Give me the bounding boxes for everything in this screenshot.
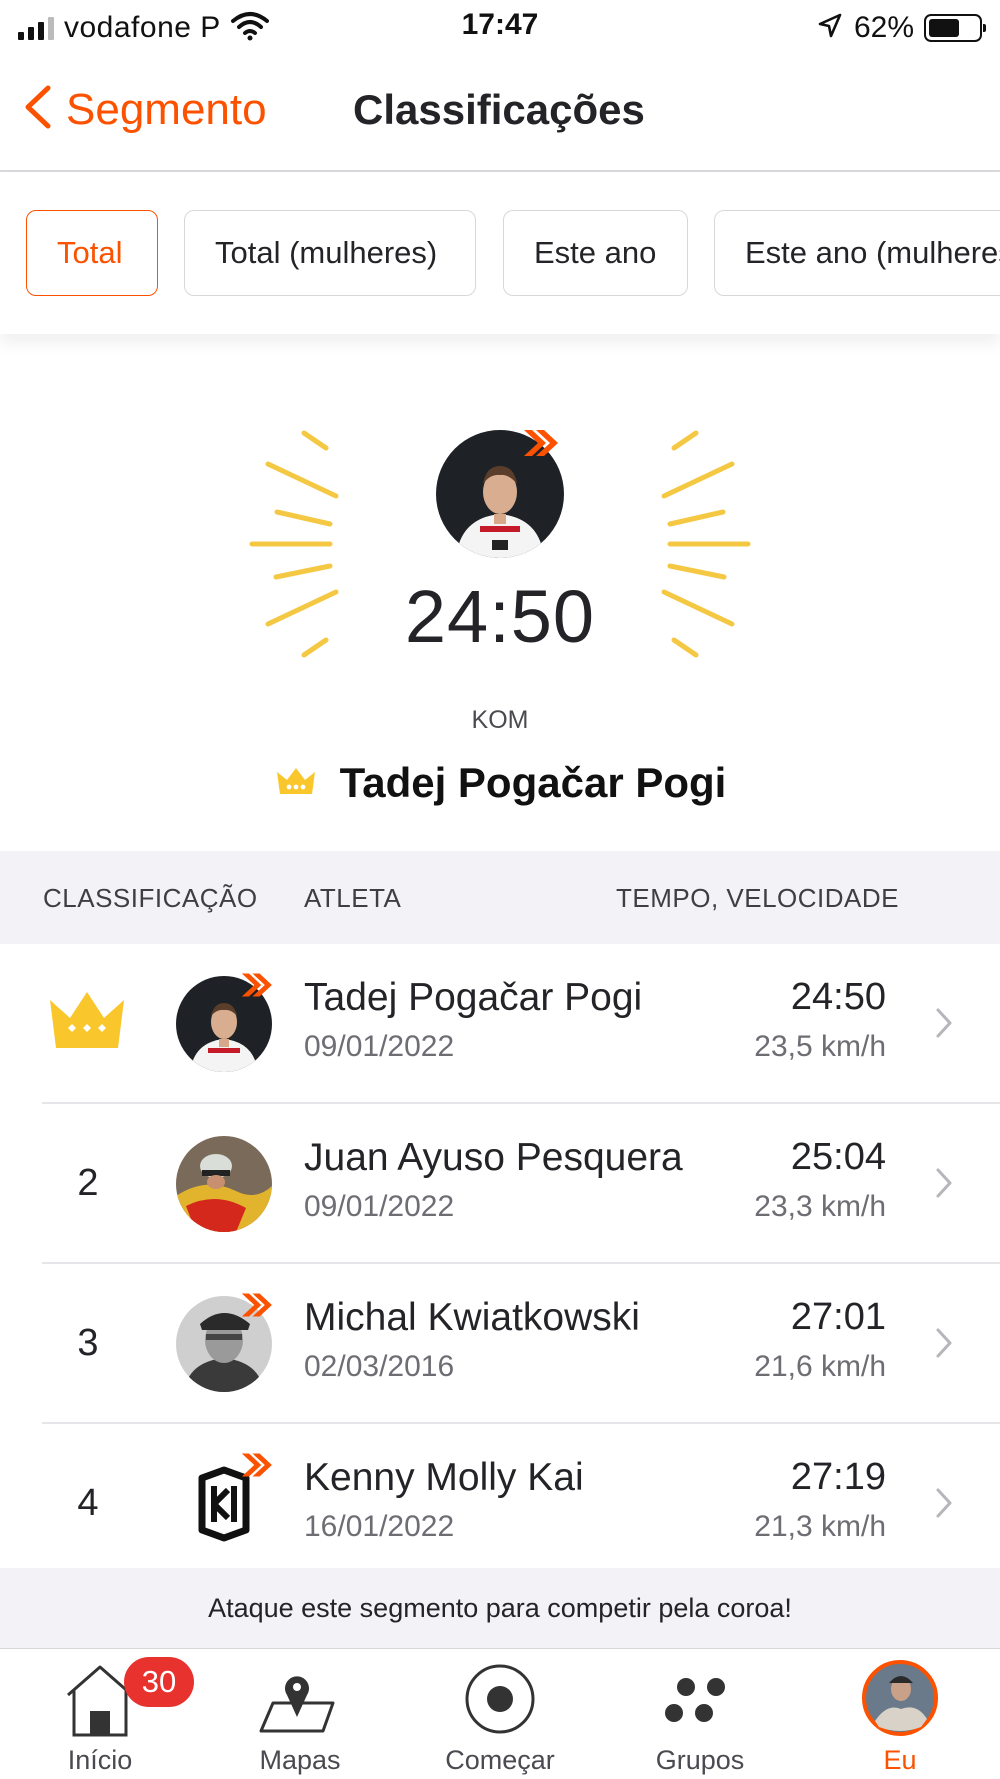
kom-label: KOM [471,706,529,734]
header-rank: CLASSIFICAÇÃO [43,883,258,913]
chevron-right-icon [934,1486,954,1525]
leaderboard-row[interactable]: 4 Kenny Molly Kai 16/01/2022 27:19 21,3 … [0,1424,1000,1584]
filter-chip-total[interactable]: Total [26,210,158,296]
compete-banner: Ataque este segmento para competir pela … [0,1568,1000,1648]
rank-number: 4 [77,1482,99,1524]
map-icon [257,1659,343,1744]
filter-chips: Total Total (mulheres) Este ano Este ano… [0,174,1000,334]
effort-time: 27:19 [790,1456,886,1498]
leaderboard-row[interactable]: 3 Michal Kwiatkowski 02/03/2016 27:01 21… [0,1264,1000,1424]
chevron-left-icon [22,84,52,135]
tab-eu[interactable]: Eu [800,1649,1000,1779]
leaderboard-header: CLASSIFICAÇÃO ATLETA TEMPO, VELOCIDADE [0,851,1000,944]
athlete-name: Kenny Molly Kai [304,1456,584,1499]
notification-badge: 30 [124,1657,194,1707]
avatar [176,1136,272,1232]
rank-number: 3 [77,1322,99,1364]
filter-chip-this-year-women[interactable]: Este ano (mulheres) [714,210,1000,296]
effort-date: 09/01/2022 [304,1190,455,1223]
effort-speed: 23,5 km/h [754,1030,886,1063]
kom-hero: 24:50 KOM Tadej Pogačar Pogi [0,334,1000,850]
nav-bar: Segmento Classificações [0,56,1000,172]
battery-percent: 62% [853,11,914,44]
tab-label: Eu [883,1745,917,1775]
effort-date: 09/01/2022 [304,1030,455,1063]
kom-time: 24:50 [404,575,596,658]
header-time-speed: TEMPO, VELOCIDADE [616,883,899,913]
athlete-name: Tadej Pogačar Pogi [304,976,643,1019]
tab-label: Mapas [259,1745,341,1775]
rank-number: 2 [77,1162,99,1204]
tab-mapas[interactable]: Mapas [200,1649,400,1779]
tab-bar: 30 Início Mapas Começar Grupos Eu [0,1648,1000,1779]
battery-fill [929,19,959,37]
avatar [176,1293,272,1392]
profile-avatar [861,1659,939,1742]
location-arrow-icon [816,12,844,45]
battery-icon [924,14,986,42]
filter-chip-total-women[interactable]: Total (mulheres) [184,210,476,296]
record-icon [460,1659,540,1744]
page-title: Classificações [353,86,645,133]
chevron-right-icon [934,1166,954,1205]
subscriber-badge-icon [238,1450,274,1485]
tab-label: Grupos [655,1745,745,1775]
tab-grupos[interactable]: Grupos [600,1649,800,1779]
chevron-right-icon [934,1326,954,1365]
tab-inicio[interactable]: 30 Início [0,1649,200,1779]
effort-speed: 21,3 km/h [754,1510,886,1543]
header-athlete: ATLETA [304,883,402,913]
kom-name-row: Tadej Pogačar Pogi [0,759,1000,807]
crown-icon [274,764,318,803]
crown-icon [46,988,128,1059]
leaderboard-row[interactable]: 2 Juan Ayuso Pesquera 09/01/2022 25:04 2… [0,1104,1000,1264]
effort-date: 02/03/2016 [304,1350,455,1383]
tab-comecar[interactable]: Começar [400,1649,600,1779]
back-label: Segmento [66,84,267,134]
chevron-right-icon [934,1006,954,1045]
effort-time: 25:04 [790,1136,886,1178]
filter-chip-this-year[interactable]: Este ano [503,210,688,296]
tab-label: Início [67,1745,133,1775]
kom-avatar[interactable] [436,430,564,558]
effort-speed: 23,3 km/h [754,1190,886,1223]
subscriber-badge-icon [520,426,560,465]
leaderboard-row[interactable]: Tadej Pogačar Pogi 09/01/2022 24:50 23,5… [0,944,1000,1104]
status-right: 62% [816,8,986,48]
effort-time: 27:01 [790,1296,886,1338]
effort-time: 24:50 [790,976,886,1018]
back-button[interactable]: Segmento [22,84,267,135]
athlete-name: Michal Kwiatkowski [304,1296,640,1339]
subscriber-badge-icon [238,1290,274,1325]
effort-speed: 21,6 km/h [754,1350,886,1383]
avatar [176,1453,272,1552]
status-bar: vodafone P 17:47 62% [0,0,1000,56]
kom-athlete-name[interactable]: Tadej Pogačar Pogi [340,759,727,807]
effort-date: 16/01/2022 [304,1510,455,1543]
subscriber-badge-icon [238,970,274,1005]
athlete-name: Juan Ayuso Pesquera [304,1136,683,1179]
avatar [176,973,272,1072]
tab-label: Começar [445,1745,555,1775]
groups-icon [660,1659,740,1744]
